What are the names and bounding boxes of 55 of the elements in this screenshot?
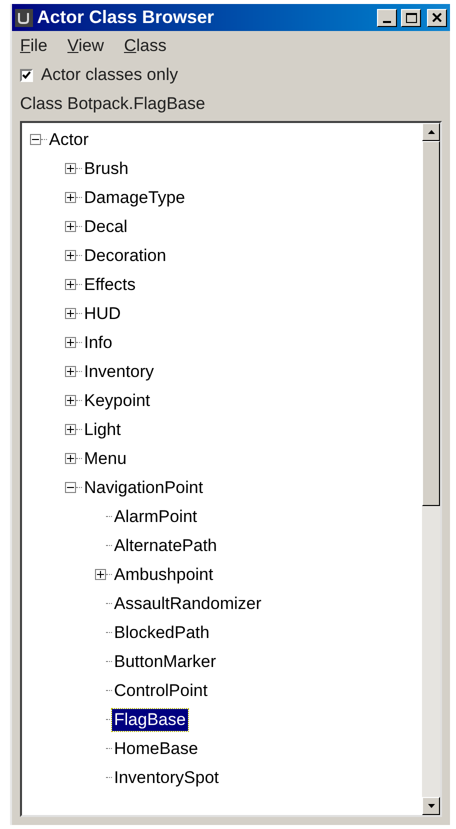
plus-icon[interactable] [65,250,76,261]
up-arrow-icon [428,130,434,134]
menubar-entry[interactable]: File [20,33,48,59]
app-icon [15,8,33,26]
tree-item[interactable]: Decal [82,216,130,238]
plus-icon[interactable] [65,308,76,319]
minimize-button[interactable] [377,8,397,26]
close-button[interactable] [427,8,447,26]
plus-icon[interactable] [65,279,76,290]
tree-item[interactable]: Inventory [82,360,156,382]
tree-item[interactable]: Menu [82,448,129,470]
tree-item[interactable]: Brush [82,158,130,180]
class-label: Class Botpack.FlagBase [20,93,206,116]
tree-item[interactable]: Ambushpoint [112,564,216,586]
tree-item[interactable]: ButtonMarker [112,650,218,672]
tree-item[interactable]: Actor [47,128,91,150]
plus-icon[interactable] [65,192,76,203]
plus-icon[interactable] [65,163,76,174]
tree-item[interactable]: DamageType [82,186,188,208]
plus-icon[interactable] [65,453,76,464]
close-icon [432,13,442,22]
tree-item[interactable]: HomeBase [112,738,200,760]
tree-item[interactable]: HUD [82,302,123,324]
plus-icon[interactable] [65,424,76,435]
tree-item[interactable]: Info [82,332,114,354]
tree-item[interactable]: AssaultRandomizer [112,592,264,614]
tree-item[interactable]: NavigationPoint [82,476,206,498]
tree-item[interactable]: InventorySpot [112,766,221,788]
tree-item[interactable]: Effects [82,274,138,296]
tree-item[interactable]: ControlPoint [112,680,210,702]
plus-icon[interactable] [65,366,76,377]
scroll-down-button[interactable] [422,797,440,815]
plus-icon[interactable] [65,221,76,232]
plus-icon[interactable] [95,569,106,580]
plus-icon[interactable] [65,395,76,406]
checkbox[interactable] [20,68,33,82]
tree-item[interactable]: FlagBase [112,708,188,730]
tree-item[interactable]: AlarmPoint [112,506,200,528]
tree-item[interactable]: Light [82,418,123,440]
menubar-entry[interactable]: Class [124,33,166,59]
minus-icon[interactable] [65,482,76,493]
down-arrow-icon [428,804,434,808]
maximize-button[interactable] [401,8,421,26]
scroll-up-button[interactable] [422,123,440,141]
menubar-entry[interactable]: View [67,33,104,59]
plus-icon[interactable] [65,337,76,348]
tree-item[interactable]: AlternatePath [112,534,220,556]
window-title: Actor Class Browser [37,6,216,29]
scroll-thumb[interactable] [422,141,440,506]
minus-icon[interactable] [30,134,41,145]
tree-item[interactable]: BlockedPath [112,622,212,644]
scrollbar[interactable] [422,123,440,815]
checkbox-label: Actor classes only [41,64,178,86]
tree-item[interactable]: Keypoint [82,390,152,412]
tree-item[interactable]: Decoration [82,244,168,266]
